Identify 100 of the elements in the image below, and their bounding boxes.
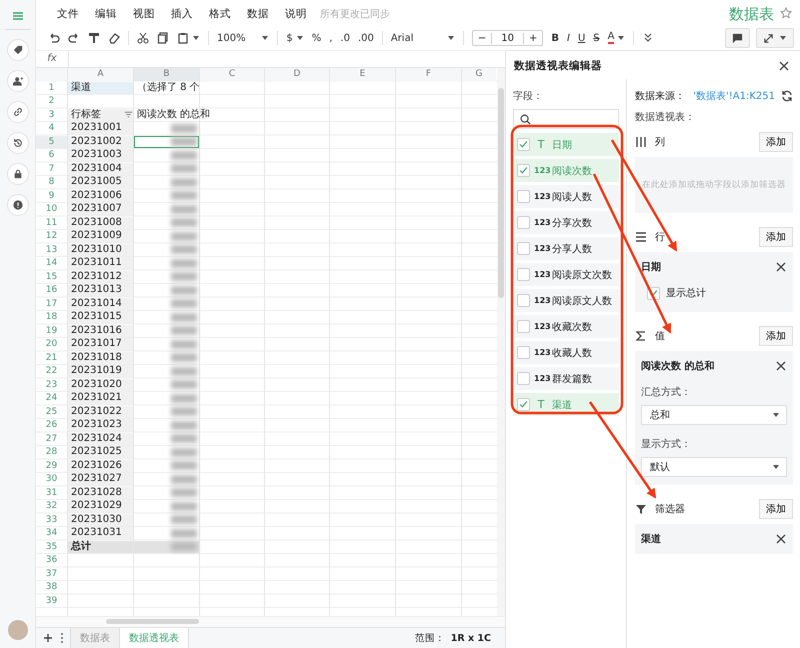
caret-icon[interactable] bbox=[261, 34, 270, 42]
selected-cell[interactable] bbox=[134, 136, 199, 148]
add-button[interactable]: 添加 bbox=[759, 499, 793, 519]
row-number: 9 bbox=[48, 190, 56, 202]
scrollbar-thumb[interactable] bbox=[498, 88, 504, 298]
row-number: 17 bbox=[44, 298, 58, 310]
scrollbar-thumb[interactable] bbox=[106, 619, 199, 624]
underline-button[interactable]: U bbox=[578, 32, 586, 44]
field-item[interactable]: 123 分享次数 bbox=[513, 211, 619, 234]
menu-item[interactable]: 视图 bbox=[126, 7, 164, 21]
more-icon[interactable] bbox=[60, 632, 64, 644]
field-item[interactable]: 123 分享人数 bbox=[513, 237, 619, 260]
table-cell: 20231013 bbox=[68, 284, 133, 296]
fullscreen-button[interactable] bbox=[756, 28, 794, 48]
column-header[interactable]: F bbox=[396, 68, 461, 80]
remove-icon[interactable] bbox=[775, 533, 787, 545]
field-item[interactable]: 123 群发篇数 bbox=[513, 367, 619, 390]
menu-item[interactable]: 插入 bbox=[164, 7, 202, 21]
column-header[interactable]: A bbox=[68, 68, 133, 80]
table-cell: 20231018 bbox=[68, 352, 133, 364]
field-item[interactable]: 123 阅读人数 bbox=[513, 185, 619, 208]
blurred-value bbox=[171, 286, 197, 295]
caret-icon[interactable] bbox=[772, 411, 780, 419]
comment-button[interactable] bbox=[725, 28, 750, 48]
column-header[interactable]: C bbox=[200, 68, 264, 80]
field-item[interactable]: 123 阅读原文人数 bbox=[513, 289, 619, 312]
undo-icon[interactable] bbox=[48, 32, 60, 44]
add-button[interactable]: 添加 bbox=[759, 326, 793, 346]
tag-icon[interactable] bbox=[12, 45, 22, 55]
summarize-dropdown[interactable]: 总和 bbox=[641, 405, 787, 425]
blurred-value bbox=[171, 191, 197, 200]
close-icon[interactable] bbox=[778, 60, 790, 72]
scissors-icon[interactable] bbox=[137, 32, 149, 44]
row-number: 31 bbox=[44, 486, 58, 499]
caret-icon[interactable] bbox=[446, 34, 455, 42]
column-header[interactable]: B bbox=[134, 68, 199, 80]
eraser-icon[interactable] bbox=[108, 32, 120, 44]
font-dropdown[interactable]: Arial bbox=[390, 32, 455, 44]
copy-icon[interactable] bbox=[157, 32, 169, 44]
history-button[interactable] bbox=[6, 132, 28, 154]
lock-icon[interactable] bbox=[12, 169, 22, 179]
currency-button[interactable]: $ bbox=[286, 32, 304, 44]
filter-icon[interactable] bbox=[635, 503, 647, 515]
paste-icon[interactable] bbox=[177, 32, 189, 44]
menu-item[interactable]: 编辑 bbox=[88, 7, 126, 21]
caret-icon[interactable] bbox=[772, 463, 780, 471]
zoom-dropdown[interactable]: 100% bbox=[217, 32, 270, 44]
redo-icon[interactable] bbox=[68, 32, 80, 44]
link-button[interactable] bbox=[6, 101, 28, 123]
field-item[interactable]: 123 阅读原文次数 bbox=[513, 263, 619, 286]
comment-icon bbox=[732, 32, 743, 44]
caret-icon[interactable] bbox=[779, 34, 787, 42]
link-icon[interactable] bbox=[12, 107, 22, 117]
font-size-field[interactable]: 10 bbox=[491, 32, 524, 44]
search-field[interactable] bbox=[513, 109, 619, 129]
field-item[interactable]: 123 收藏次数 bbox=[513, 315, 619, 338]
caret-icon[interactable] bbox=[617, 34, 626, 42]
italic-button[interactable]: I bbox=[566, 32, 570, 44]
blurred-value bbox=[171, 218, 197, 228]
display-dropdown[interactable]: 默认 bbox=[641, 457, 787, 477]
add-user-button[interactable] bbox=[6, 70, 28, 92]
menu-item[interactable]: 说明 bbox=[278, 7, 316, 21]
comma-button[interactable]: , bbox=[329, 32, 332, 44]
column-header[interactable]: G bbox=[462, 68, 496, 80]
bold-button[interactable]: B bbox=[551, 32, 559, 44]
remove-icon[interactable] bbox=[775, 261, 787, 273]
menu-item[interactable]: 数据 bbox=[240, 7, 278, 21]
tag-button[interactable] bbox=[6, 39, 28, 61]
columns-icon[interactable] bbox=[635, 136, 647, 148]
add-sheet-icon[interactable] bbox=[42, 632, 54, 644]
column-header[interactable]: E bbox=[330, 68, 395, 80]
expand-more-icon[interactable] bbox=[642, 32, 654, 44]
menu-icon[interactable] bbox=[12, 10, 24, 22]
sigma-icon[interactable] bbox=[635, 330, 647, 342]
field-item[interactable]: 123 收藏人数 bbox=[513, 341, 619, 364]
row-number: 8 bbox=[48, 176, 56, 188]
increase-font-button[interactable]: + bbox=[524, 32, 542, 44]
decrease-decimal-button[interactable]: .0 bbox=[340, 32, 350, 44]
menu-item[interactable]: 文件 bbox=[50, 7, 88, 21]
history-icon[interactable] bbox=[12, 138, 22, 148]
strikethrough-button[interactable]: S bbox=[593, 32, 600, 44]
caret-icon[interactable] bbox=[192, 34, 200, 42]
menu-item[interactable]: 格式 bbox=[202, 7, 240, 21]
add-user-icon[interactable] bbox=[12, 76, 22, 86]
refresh-icon[interactable] bbox=[781, 90, 793, 102]
remove-icon[interactable] bbox=[775, 360, 787, 372]
add-button[interactable]: 添加 bbox=[759, 227, 793, 247]
percent-button[interactable]: % bbox=[312, 32, 322, 44]
add-button[interactable]: 添加 bbox=[759, 132, 793, 152]
decrease-font-button[interactable]: − bbox=[472, 32, 492, 44]
lock-button[interactable] bbox=[6, 163, 28, 185]
rows-icon[interactable] bbox=[635, 231, 647, 243]
row-number: 21 bbox=[44, 352, 58, 364]
increase-decimal-button[interactable]: .00 bbox=[358, 32, 374, 44]
caret-icon[interactable] bbox=[296, 34, 304, 42]
text-color-button[interactable]: A bbox=[608, 32, 614, 44]
star-icon[interactable] bbox=[780, 6, 792, 18]
info-button[interactable] bbox=[6, 194, 28, 216]
info-icon[interactable] bbox=[12, 200, 22, 210]
column-header[interactable]: D bbox=[265, 68, 329, 80]
